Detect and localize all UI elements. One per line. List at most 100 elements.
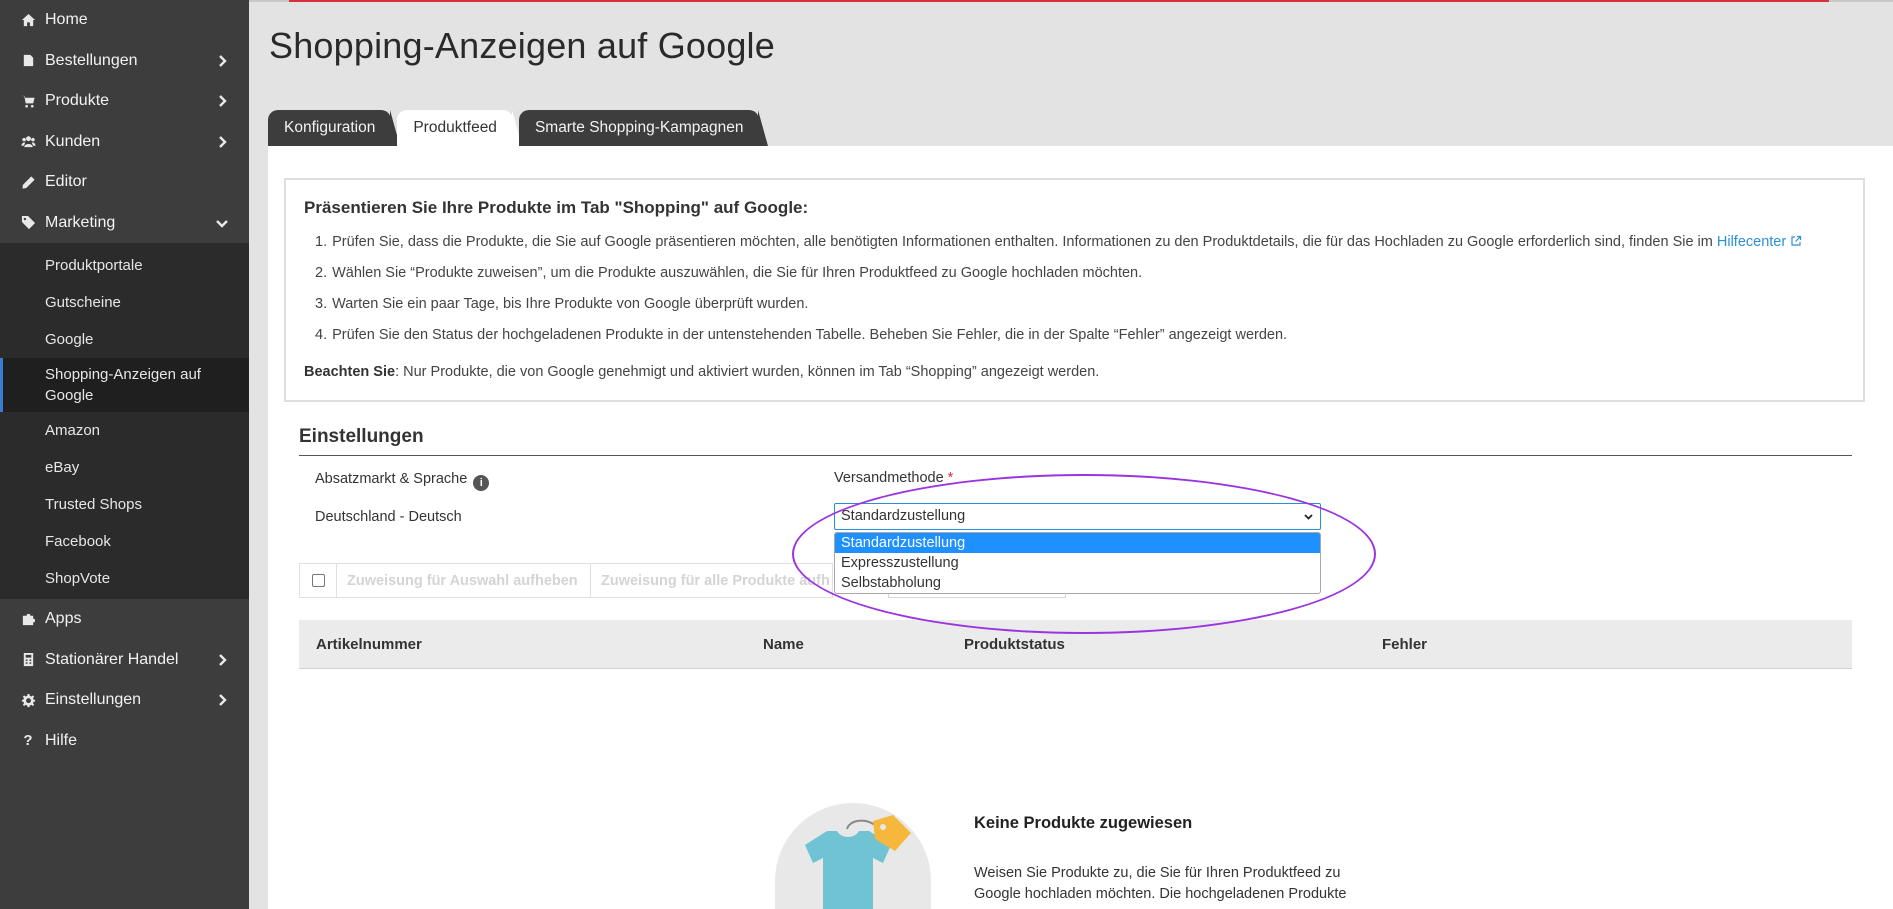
sidebar-item-stationaerer-handel[interactable]: Stationärer Handel bbox=[0, 640, 249, 681]
sidebar-item-label: Produkte bbox=[45, 92, 110, 110]
info-step: 3. Warten Sie ein paar Tage, bis Ihre Pro… bbox=[304, 294, 1845, 325]
chevron-right-icon bbox=[215, 693, 229, 707]
sidebar-item-produkte[interactable]: Produkte bbox=[0, 81, 249, 122]
sidebar-item-label: Editor bbox=[45, 173, 87, 191]
chevron-right-icon bbox=[215, 54, 229, 68]
shipping-method-dropdown: Standardzustellung Expresszustellung Sel… bbox=[834, 532, 1321, 594]
chevron-right-icon bbox=[215, 653, 229, 667]
tshirt-icon bbox=[805, 815, 911, 909]
sidebar-subitem-produktportale[interactable]: Produktportale bbox=[0, 247, 249, 284]
users-icon bbox=[20, 134, 36, 150]
sidebar-subitem-shopping-anzeigen[interactable]: Shopping-Anzeigen auf Google bbox=[0, 358, 249, 412]
question-icon: ? bbox=[23, 732, 33, 750]
puzzle-icon bbox=[20, 611, 36, 627]
cart-icon bbox=[20, 93, 36, 109]
sidebar-item-home[interactable]: Home bbox=[0, 0, 249, 41]
sidebar-subitem-gutscheine[interactable]: Gutscheine bbox=[0, 284, 249, 321]
note-text: : Nur Produkte, die von Google genehmigt… bbox=[395, 364, 1100, 380]
empty-state-text: Weisen Sie Produkte zu, die Sie für Ihre… bbox=[974, 865, 1347, 902]
empty-state-title: Keine Produkte zugewiesen bbox=[974, 814, 1193, 832]
sidebar-item-label: Home bbox=[45, 11, 88, 29]
sidebar-subitem-google[interactable]: Google bbox=[0, 321, 249, 358]
info-title: Präsentieren Sie Ihre Produkte im Tab "S… bbox=[304, 198, 809, 217]
info-step: 1. Prüfen Sie, dass die Produkte, die Sie… bbox=[304, 232, 1845, 263]
sidebar-item-label: Einstellungen bbox=[45, 691, 142, 709]
note-label: Beachten Sie bbox=[304, 364, 396, 380]
shipping-option-standard[interactable]: Standardzustellung bbox=[835, 533, 1320, 553]
sidebar-subitem-amazon[interactable]: Amazon bbox=[0, 412, 249, 449]
main-panel: Präsentieren Sie Ihre Produkte im Tab "S… bbox=[268, 146, 1893, 909]
market-value: Deutschland - Deutsch bbox=[315, 509, 462, 525]
bulk-action-bar: Zuweisung für Auswahl aufheben Zuweisung… bbox=[299, 563, 833, 598]
info-note: Beachten Sie: Nur Produkte, die von Goog… bbox=[304, 364, 1845, 380]
sidebar: Home Bestellungen Produkte Kunden Editor… bbox=[0, 0, 249, 909]
info-steps: 1. Prüfen Sie, dass die Produkte, die Sie… bbox=[304, 232, 1845, 356]
tab-smarte-shopping-kampagnen[interactable]: Smarte Shopping-Kampagnen bbox=[518, 110, 768, 146]
gear-icon bbox=[20, 692, 36, 708]
chevron-down-icon bbox=[215, 216, 229, 230]
market-label-text: Absatzmarkt & Sprache bbox=[315, 471, 468, 487]
tab-bar: Konfiguration Produktfeed Smarte Shoppin… bbox=[268, 110, 768, 146]
sidebar-item-kunden[interactable]: Kunden bbox=[0, 122, 249, 163]
shipping-selected-value: Standardzustellung bbox=[841, 508, 966, 524]
chevron-down-icon bbox=[1304, 514, 1313, 520]
tshirt-illustration bbox=[775, 803, 931, 909]
column-header-fehler[interactable]: Fehler bbox=[1382, 636, 1427, 653]
info-box: Präsentieren Sie Ihre Produkte im Tab "S… bbox=[284, 178, 1865, 402]
help-center-link[interactable]: Hilfecenter bbox=[1717, 234, 1786, 250]
chevron-right-icon bbox=[215, 94, 229, 108]
required-mark: * bbox=[947, 470, 954, 486]
select-all-cell bbox=[300, 564, 337, 597]
pencil-icon bbox=[20, 174, 36, 190]
sidebar-subitem-trusted-shops[interactable]: Trusted Shops bbox=[0, 486, 249, 523]
step-text: Prüfen Sie den Status der hochgeladenen … bbox=[332, 327, 1288, 343]
shipping-method-select[interactable]: Standardzustellung bbox=[834, 503, 1321, 530]
shipping-option-express[interactable]: Expresszustellung bbox=[835, 553, 1320, 573]
sidebar-subitem-ebay[interactable]: eBay bbox=[0, 449, 249, 486]
sidebar-item-label: Hilfe bbox=[45, 731, 78, 749]
sidebar-item-label: Bestellungen bbox=[45, 51, 138, 69]
tab-produktfeed[interactable]: Produktfeed bbox=[397, 110, 522, 146]
info-step: 2. Wählen Sie “Produkte zuweisen”, um die… bbox=[304, 263, 1845, 294]
shipping-label: Versandmethode * bbox=[834, 470, 953, 486]
column-header-produktstatus[interactable]: Produktstatus bbox=[964, 636, 1065, 653]
sidebar-item-einstellungen[interactable]: Einstellungen bbox=[0, 680, 249, 721]
marketing-submenu: Produktportale Gutscheine Google Shoppin… bbox=[0, 243, 249, 599]
sidebar-item-bestellungen[interactable]: Bestellungen bbox=[0, 41, 249, 82]
page-title: Shopping-Anzeigen auf Google bbox=[269, 25, 775, 66]
step-number: 2. bbox=[315, 265, 328, 281]
step-number: 1. bbox=[315, 234, 328, 250]
tab-konfiguration[interactable]: Konfiguration bbox=[268, 110, 401, 146]
market-label: Absatzmarkt & Sprache i bbox=[315, 471, 490, 491]
column-header-name[interactable]: Name bbox=[763, 636, 804, 653]
column-header-artikelnummer[interactable]: Artikelnummer bbox=[316, 636, 422, 653]
sidebar-subitem-facebook[interactable]: Facebook bbox=[0, 523, 249, 560]
external-link-icon bbox=[1791, 235, 1802, 246]
chevron-right-icon bbox=[215, 135, 229, 149]
shipping-label-text: Versandmethode bbox=[834, 470, 944, 486]
orders-icon bbox=[20, 53, 36, 69]
table-header: Artikelnummer Name Produktstatus Fehler bbox=[299, 620, 1852, 669]
tag-icon bbox=[20, 215, 36, 231]
sidebar-item-hilfe[interactable]: ? Hilfe bbox=[0, 721, 249, 762]
top-accent-line bbox=[249, 0, 1893, 2]
info-icon[interactable]: i bbox=[473, 475, 490, 491]
sidebar-item-editor[interactable]: Editor bbox=[0, 162, 249, 203]
info-step: 4. Prüfen Sie den Status der hochgeladene… bbox=[304, 325, 1845, 356]
select-all-checkbox[interactable] bbox=[311, 574, 325, 587]
sidebar-item-marketing[interactable]: Marketing bbox=[0, 203, 249, 244]
unassign-all-button[interactable]: Zuweisung für alle Produkte aufh bbox=[591, 564, 832, 597]
sidebar-item-label: Stationärer Handel bbox=[45, 650, 179, 668]
sidebar-item-label: Kunden bbox=[45, 132, 101, 150]
sidebar-subitem-shopvote[interactable]: ShopVote bbox=[0, 560, 249, 597]
sidebar-item-label: Marketing bbox=[45, 213, 116, 231]
unassign-selected-button[interactable]: Zuweisung für Auswahl aufheben bbox=[337, 564, 591, 597]
step-text: Wählen Sie “Produkte zuweisen”, um die P… bbox=[332, 265, 1143, 281]
shipping-option-pickup[interactable]: Selbstabholung bbox=[835, 573, 1320, 593]
home-icon bbox=[20, 12, 36, 28]
sidebar-item-label: Apps bbox=[45, 610, 82, 628]
step-number: 3. bbox=[315, 296, 328, 312]
sidebar-item-apps[interactable]: Apps bbox=[0, 599, 249, 640]
settings-divider bbox=[299, 455, 1852, 456]
step-text: Prüfen Sie, dass die Produkte, die Sie a… bbox=[332, 234, 1713, 250]
